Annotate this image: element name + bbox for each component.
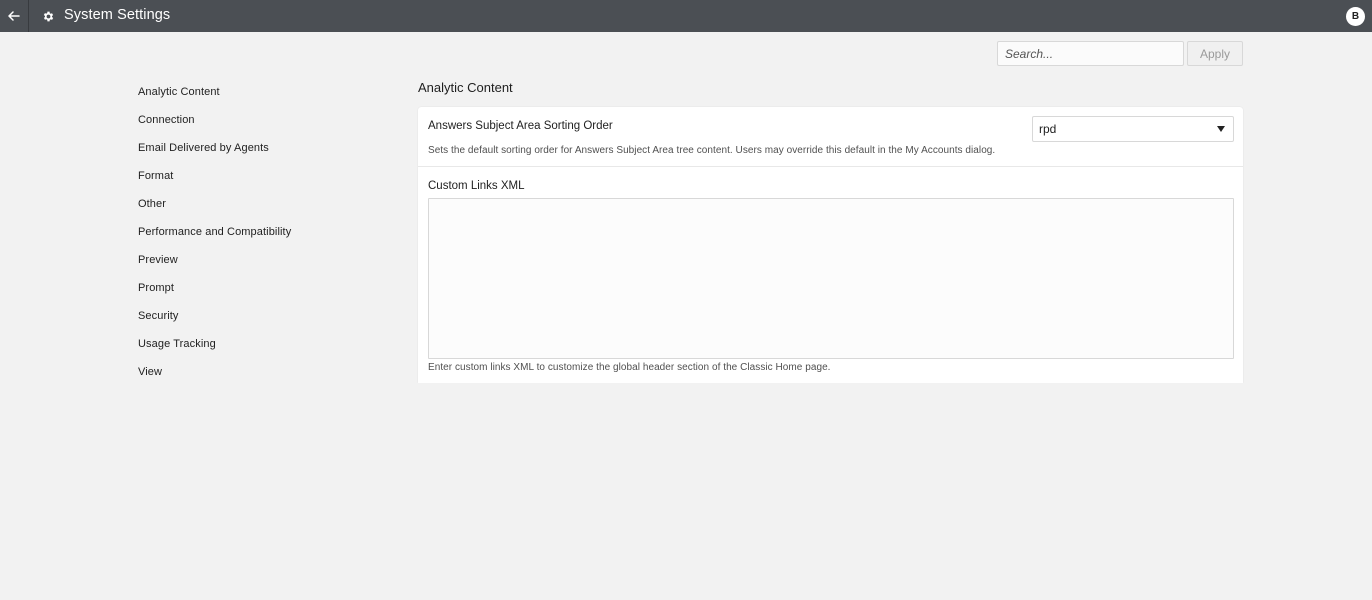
page-background	[0, 383, 1372, 600]
caret-down-icon	[1217, 126, 1225, 132]
sidebar-item-prompt[interactable]: Prompt	[138, 274, 291, 302]
gear-icon	[40, 8, 56, 24]
sidebar-item-performance-and-compatibility[interactable]: Performance and Compatibility	[138, 218, 291, 246]
sidebar-item-format[interactable]: Format	[138, 162, 291, 190]
arrow-left-icon	[8, 11, 20, 21]
back-button[interactable]	[0, 0, 29, 32]
setting-description: Sets the default sorting order for Answe…	[428, 145, 996, 156]
select-value: rpd	[1039, 122, 1057, 136]
custom-links-xml-textarea[interactable]	[428, 198, 1234, 359]
search-input[interactable]	[997, 41, 1184, 66]
setting-label: Custom Links XML	[428, 180, 525, 192]
sidebar-item-analytic-content[interactable]: Analytic Content	[138, 78, 291, 106]
sidebar-item-email-delivered-by-agents[interactable]: Email Delivered by Agents	[138, 134, 291, 162]
sorting-order-select[interactable]: rpd	[1032, 116, 1234, 142]
top-bar: System Settings B	[0, 0, 1372, 32]
sidebar-item-preview[interactable]: Preview	[138, 246, 291, 274]
sidebar-item-connection[interactable]: Connection	[138, 106, 291, 134]
sidebar-item-other[interactable]: Other	[138, 190, 291, 218]
page-title: System Settings	[64, 7, 171, 23]
sidebar-item-usage-tracking[interactable]: Usage Tracking	[138, 330, 291, 358]
sidebar-item-view[interactable]: View	[138, 358, 291, 386]
section-title: Analytic Content	[418, 80, 513, 95]
apply-button[interactable]: Apply	[1187, 41, 1243, 66]
setting-row-sorting-order: Answers Subject Area Sorting Order rpd S…	[418, 107, 1243, 167]
settings-sidebar: Analytic Content Connection Email Delive…	[138, 78, 291, 386]
settings-panel: Answers Subject Area Sorting Order rpd S…	[418, 107, 1243, 383]
user-avatar[interactable]: B	[1346, 7, 1365, 26]
sidebar-item-security[interactable]: Security	[138, 302, 291, 330]
setting-description: Enter custom links XML to customize the …	[428, 362, 831, 373]
setting-label: Answers Subject Area Sorting Order	[428, 120, 613, 132]
